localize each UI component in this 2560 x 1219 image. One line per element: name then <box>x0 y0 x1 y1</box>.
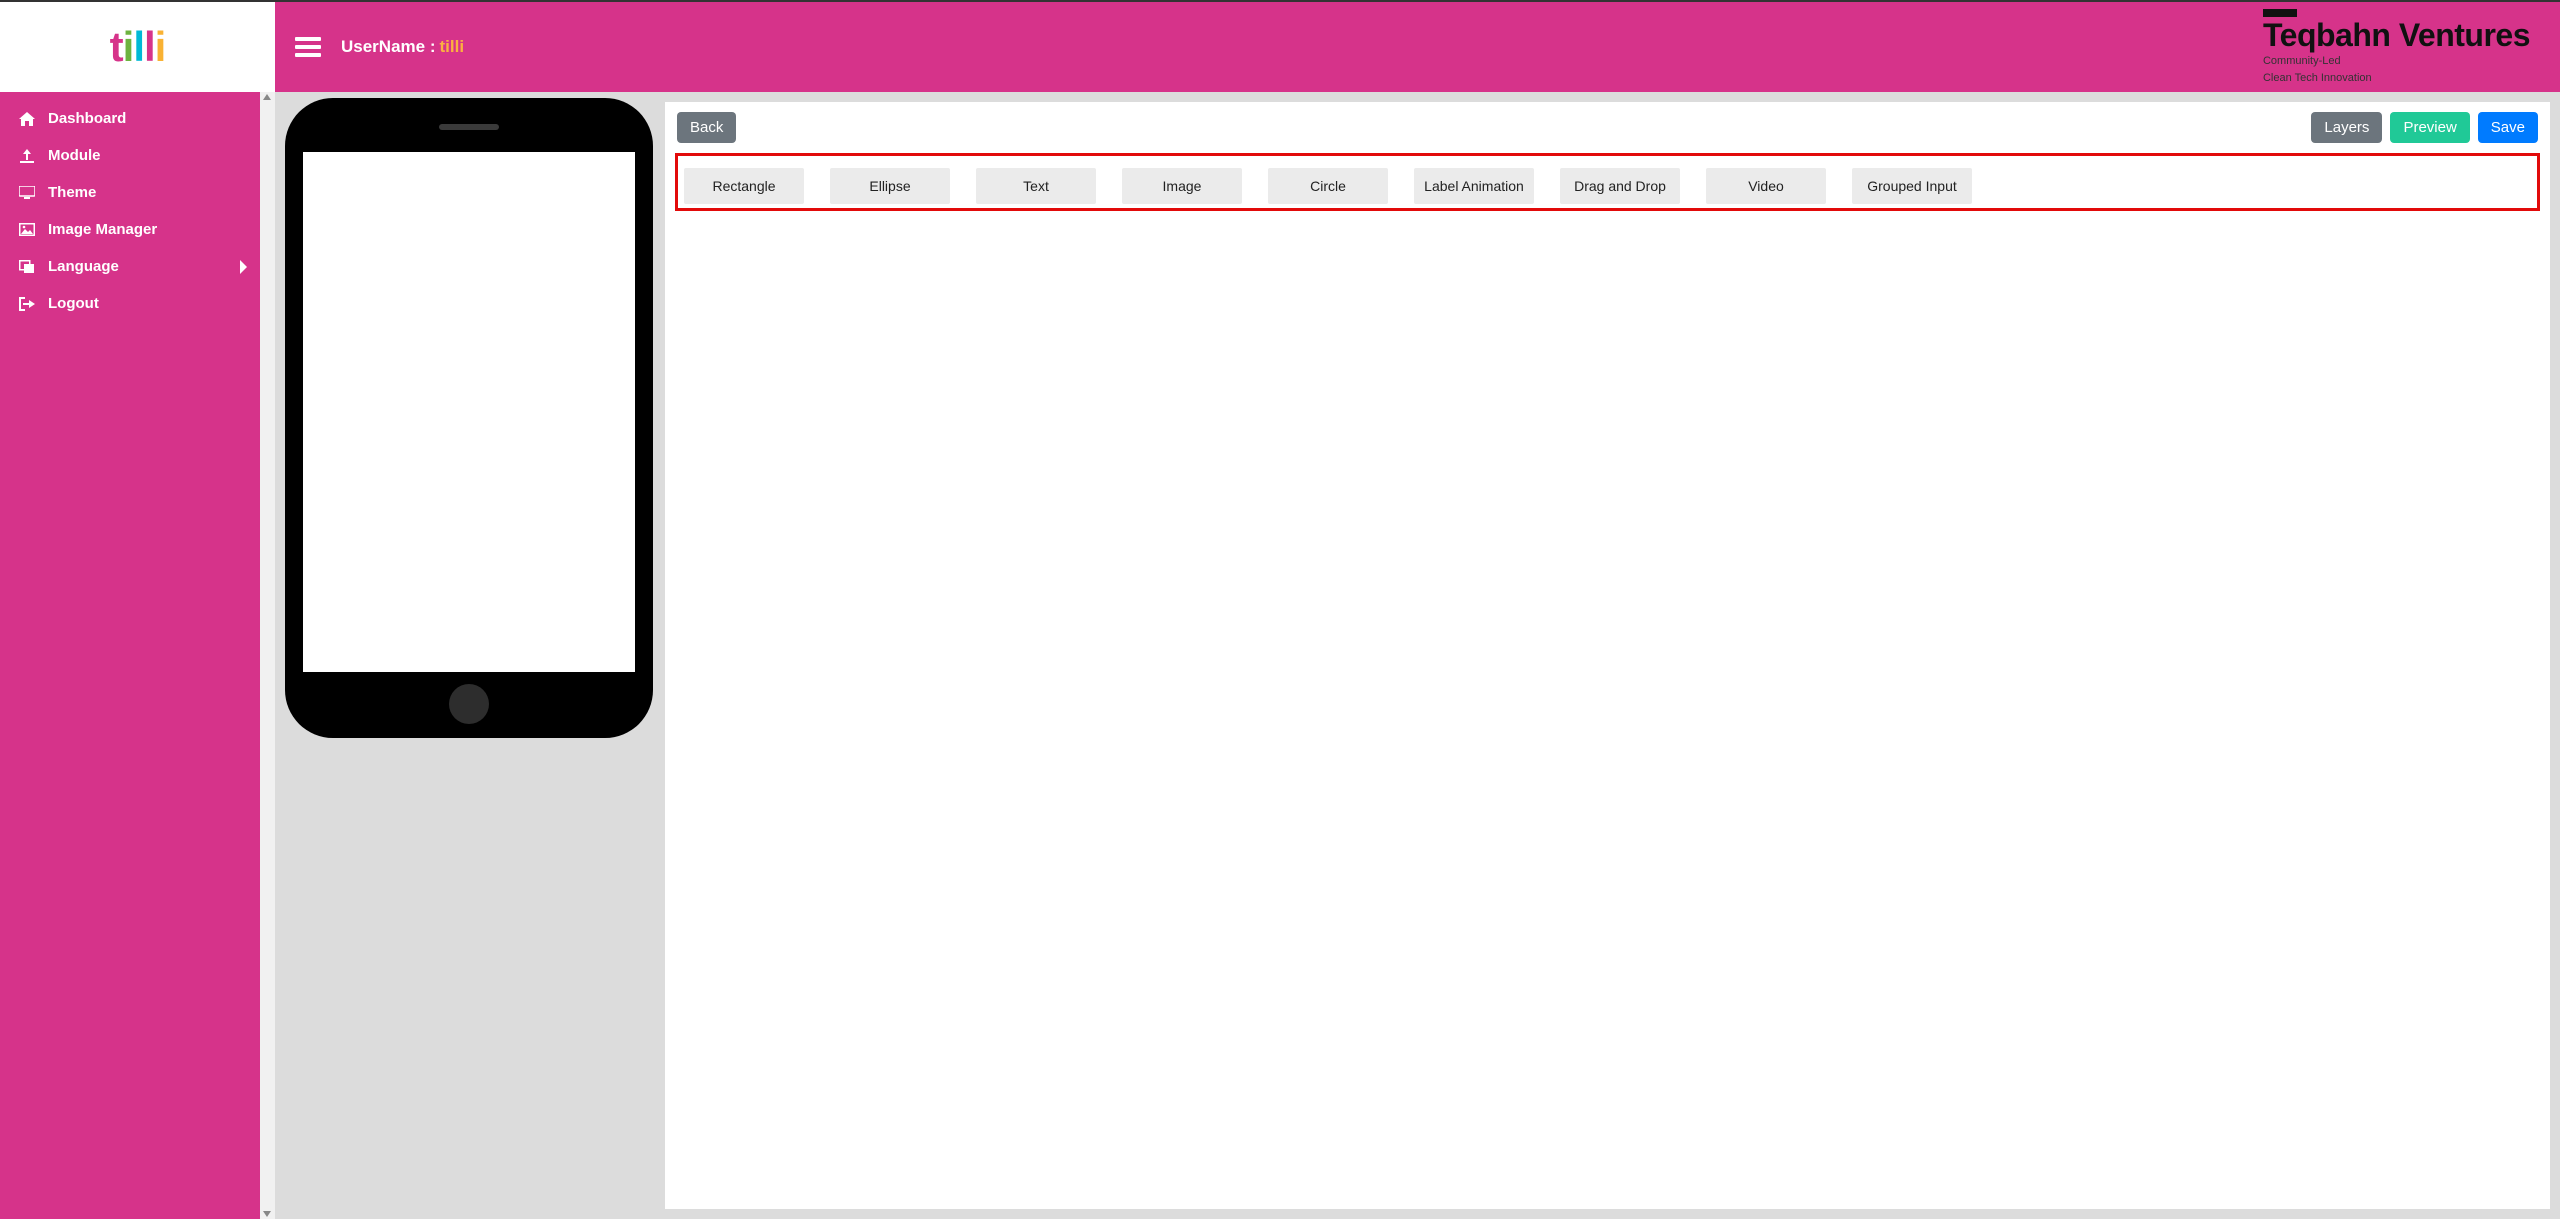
home-icon <box>18 111 36 127</box>
logo-letter: l <box>144 23 155 70</box>
brand-accent-bar <box>2263 9 2297 17</box>
sidebar-item-label: Logout <box>48 295 99 312</box>
save-button[interactable]: Save <box>2478 112 2538 143</box>
sidebar: Dashboard Module Theme Image Manager Lan… <box>0 92 275 1219</box>
upload-icon <box>18 148 36 164</box>
logo-letter: t <box>110 23 123 70</box>
brand-tagline-line2: Clean Tech Innovation <box>2263 72 2530 85</box>
sidebar-item-module[interactable]: Module <box>0 137 260 174</box>
tool-video[interactable]: Video <box>1706 168 1826 204</box>
chevron-right-icon <box>239 260 248 274</box>
sidebar-item-label: Dashboard <box>48 110 126 127</box>
tool-grouped-input[interactable]: Grouped Input <box>1852 168 1972 204</box>
sidebar-item-dashboard[interactable]: Dashboard <box>0 100 260 137</box>
main-content: Back Layers Preview Save Rectangle Ellip… <box>275 92 2560 1219</box>
logo-area: tilli <box>0 2 275 92</box>
phone-screen[interactable] <box>303 152 635 672</box>
sidebar-item-label: Image Manager <box>48 221 157 238</box>
logo-letter: i <box>123 23 134 70</box>
tool-circle[interactable]: Circle <box>1268 168 1388 204</box>
preview-button[interactable]: Preview <box>2390 112 2469 143</box>
logo-letter: i <box>155 23 166 70</box>
logout-icon <box>18 296 36 312</box>
tool-ellipse[interactable]: Ellipse <box>830 168 950 204</box>
language-icon <box>18 259 36 275</box>
logo: tilli <box>110 23 166 71</box>
brand-name: Teqbahn Ventures <box>2263 19 2530 51</box>
menu-toggle-icon[interactable] <box>295 37 321 57</box>
phone-preview <box>285 98 653 738</box>
sidebar-scrollbar[interactable] <box>260 92 275 1219</box>
layers-button[interactable]: Layers <box>2311 112 2382 143</box>
tool-rectangle[interactable]: Rectangle <box>684 168 804 204</box>
sidebar-item-label: Theme <box>48 184 96 201</box>
brand-tagline-line1: Community-Led <box>2263 55 2530 68</box>
image-icon <box>18 222 36 238</box>
back-button[interactable]: Back <box>677 112 736 143</box>
username-value: tilli <box>440 37 465 57</box>
sidebar-item-image-manager[interactable]: Image Manager <box>0 211 260 248</box>
sidebar-item-label: Module <box>48 147 101 164</box>
tool-text[interactable]: Text <box>976 168 1096 204</box>
editor-panel: Back Layers Preview Save Rectangle Ellip… <box>665 102 2550 1209</box>
editor-toolbar: Back Layers Preview Save <box>665 102 2550 153</box>
tool-drag-and-drop[interactable]: Drag and Drop <box>1560 168 1680 204</box>
sidebar-item-label: Language <box>48 258 119 275</box>
sidebar-item-logout[interactable]: Logout <box>0 285 260 322</box>
logo-letter: l <box>133 23 144 70</box>
phone-home-button <box>449 684 489 724</box>
brand-block: Teqbahn Ventures Community-Led Clean Tec… <box>2263 9 2540 85</box>
tool-label-animation[interactable]: Label Animation <box>1414 168 1534 204</box>
username-label: UserName : <box>341 37 436 57</box>
phone-speaker <box>439 124 499 130</box>
display-icon <box>18 185 36 201</box>
tool-image[interactable]: Image <box>1122 168 1242 204</box>
tool-palette: Rectangle Ellipse Text Image Circle Labe… <box>675 153 2540 211</box>
editor-canvas[interactable] <box>665 221 2550 1209</box>
topbar: UserName : tilli Teqbahn Ventures Commun… <box>275 2 2560 92</box>
sidebar-item-language[interactable]: Language <box>0 248 260 285</box>
sidebar-item-theme[interactable]: Theme <box>0 174 260 211</box>
